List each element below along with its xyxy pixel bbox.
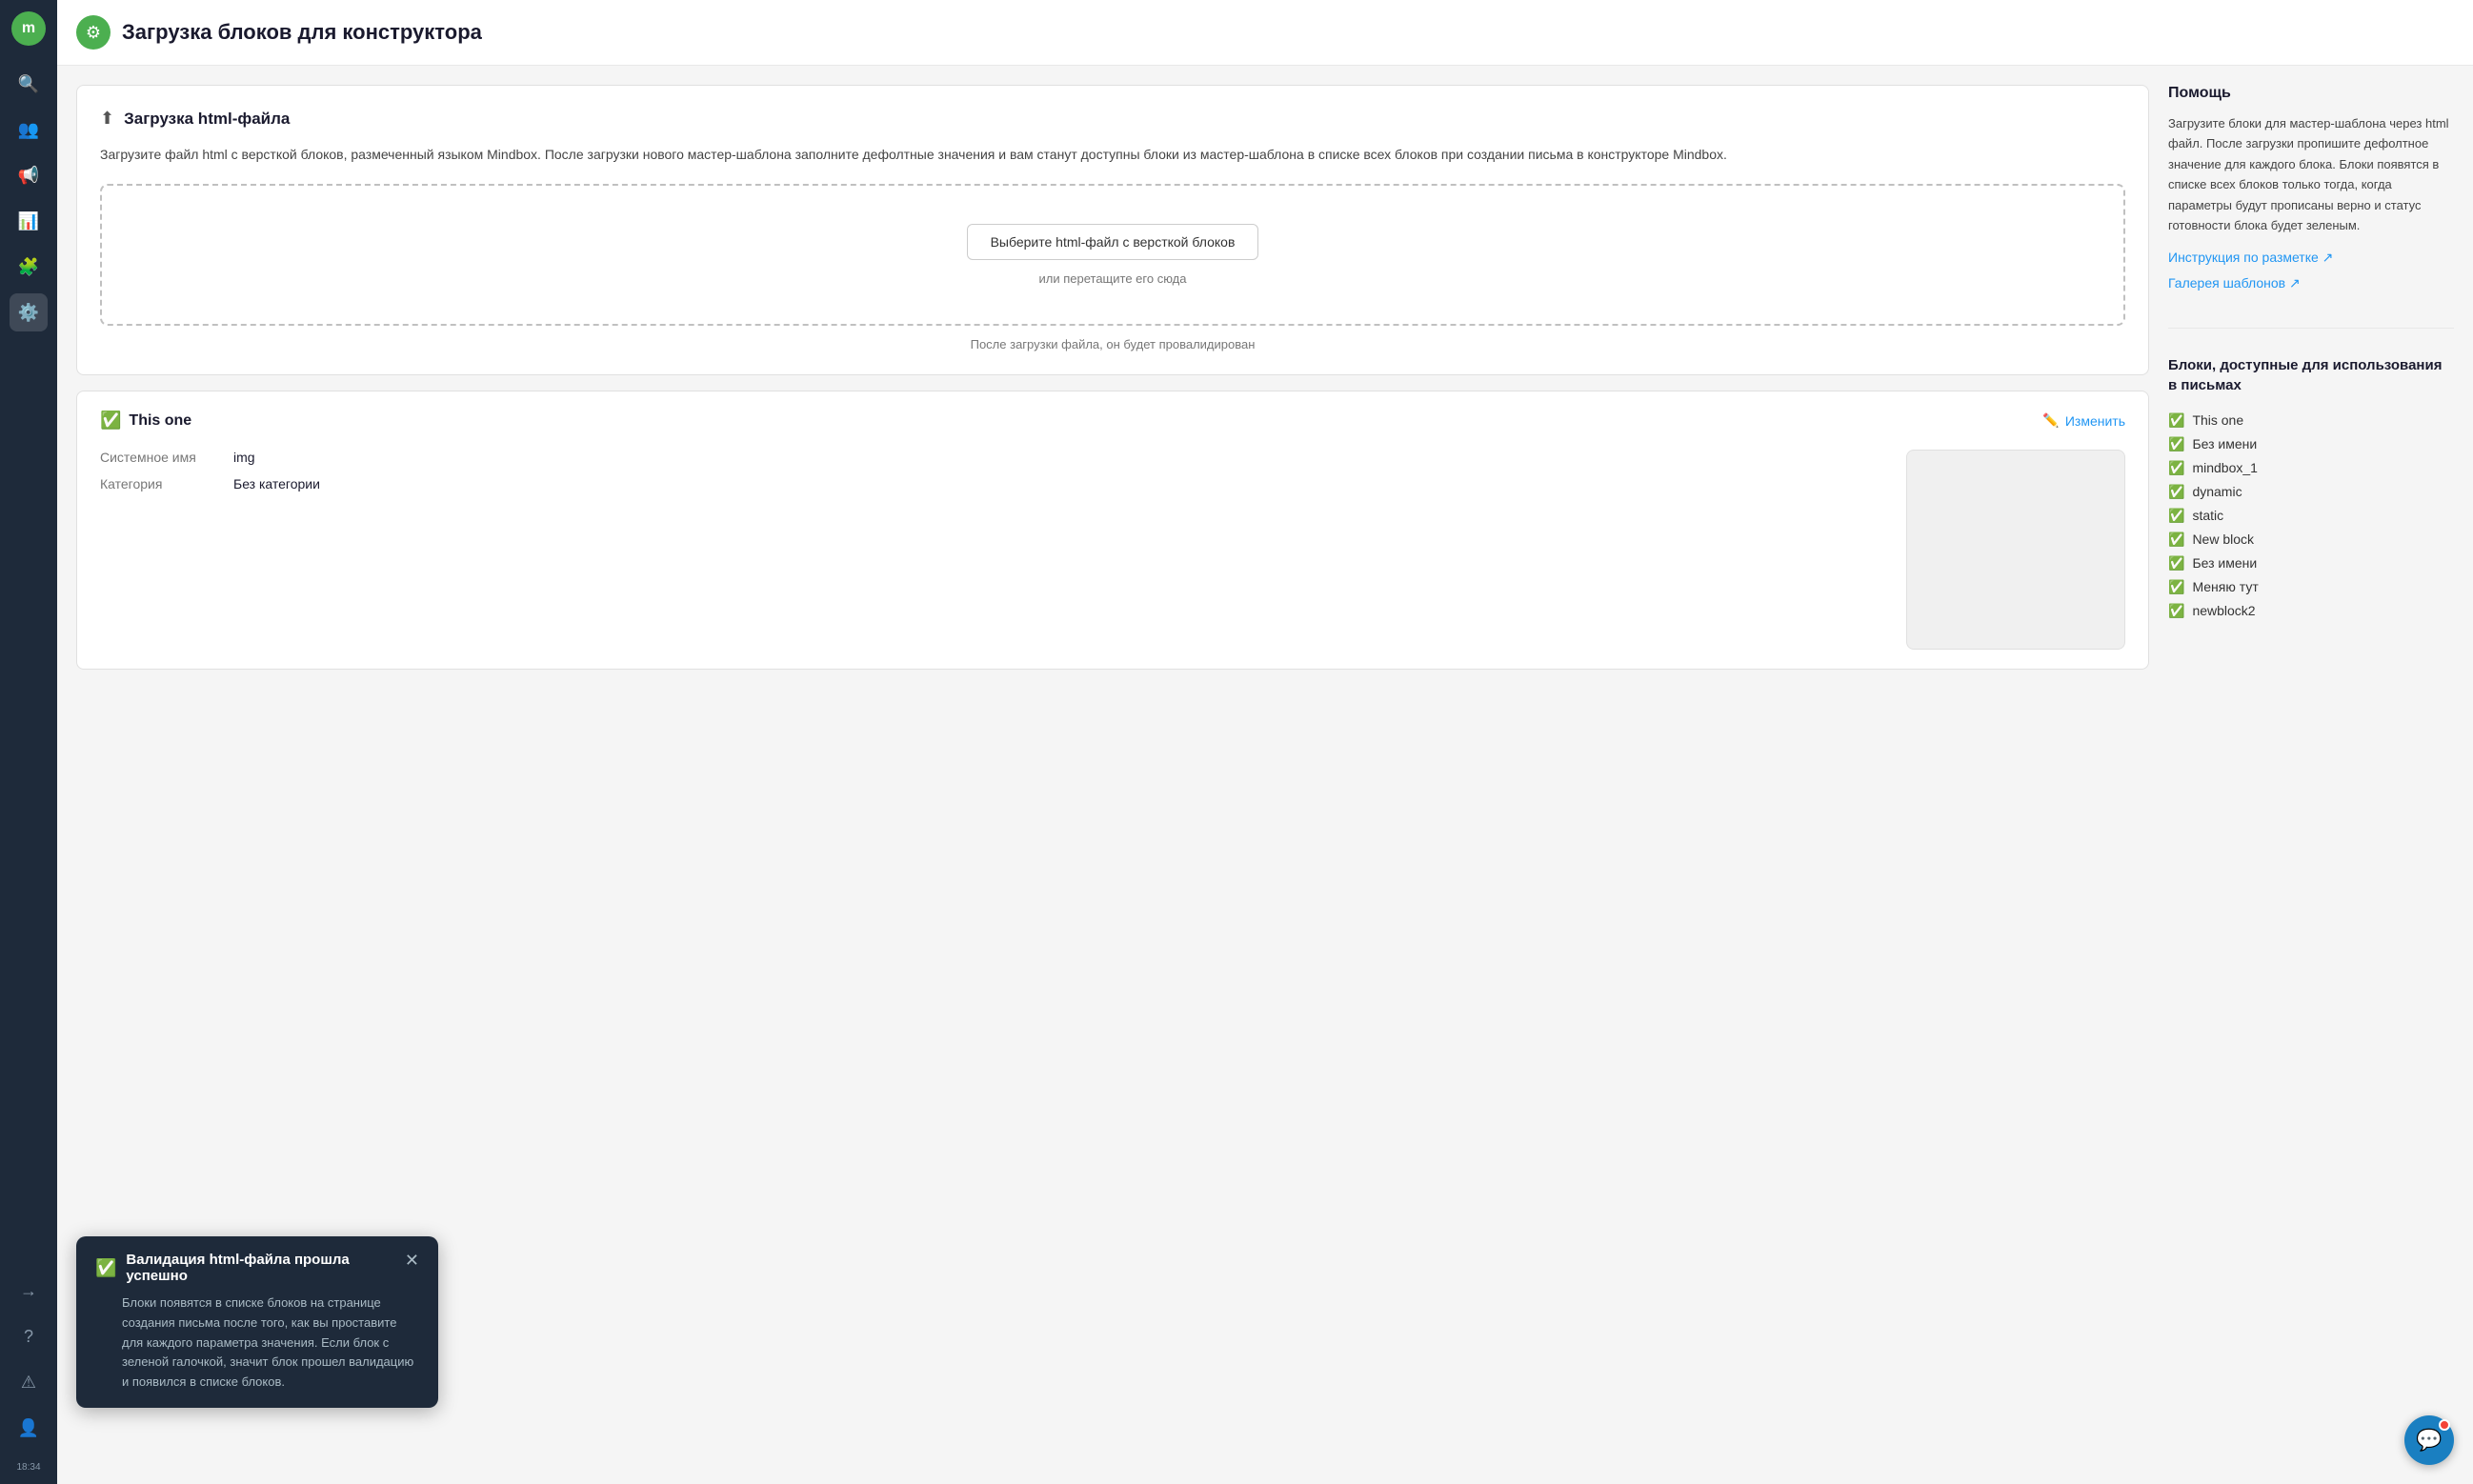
block-list-item: ✅ mindbox_1 [2168,456,2454,480]
upload-card-title: Загрузка html-файла [124,110,290,129]
drop-hint: или перетащите его сюда [1039,271,1187,286]
block-list-item: ✅ Без имени [2168,432,2454,456]
help-section: Помощь Загрузите блоки для мастер-шаблон… [2168,85,2454,301]
blocks-section-title: Блоки, доступные для использования в пис… [2168,355,2454,395]
block-list-item-name: Без имени [2192,555,2257,571]
help-text: Загрузите блоки для мастер-шаблона через… [2168,113,2454,236]
drop-zone[interactable]: Выберите html-файл с версткой блоков или… [100,184,2125,326]
field-row-category: Категория Без категории [100,476,1868,491]
toast-title: Валидация html-файла прошла успешно [126,1252,404,1284]
block-check-icon: ✅ [2168,603,2184,619]
block-list-item-name: dynamic [2192,484,2242,499]
right-panel: Помощь Загрузите блоки для мастер-шаблон… [2168,85,2454,1465]
sidebar-item-forward[interactable]: → [10,1272,48,1310]
sidebar-item-help[interactable]: ? [10,1317,48,1355]
toast-check-icon: ✅ [95,1258,116,1278]
block-details: Системное имя img Категория Без категори… [100,450,2125,650]
edit-icon: ✏️ [2042,412,2059,429]
help-link-markup[interactable]: Инструкция по разметке ↗ [2168,250,2454,266]
block-check-icon: ✅ [2168,555,2184,572]
block-list-item: ✅ New block [2168,528,2454,551]
block-list-item: ✅ dynamic [2168,480,2454,504]
sidebar-item-warning[interactable]: ⚠ [10,1363,48,1401]
block-check-icon: ✅ [2168,436,2184,452]
block-name: This one [129,412,191,430]
block-list-item-name: mindbox_1 [2192,460,2258,475]
field-row-system-name: Системное имя img [100,450,1868,465]
help-link-gallery[interactable]: Галерея шаблонов ↗ [2168,275,2454,291]
sidebar-item-settings[interactable]: ⚙️ [10,293,48,331]
block-list-item: ✅ static [2168,504,2454,528]
block-preview [1906,450,2125,650]
sidebar-item-users[interactable]: 👥 [10,110,48,149]
validation-note: После загрузки файла, он будет провалиди… [100,337,2125,351]
upload-card: ⬆ Загрузка html-файла Загрузите файл htm… [76,85,2149,375]
page-title: Загрузка блоков для конструктора [122,20,482,45]
block-check-icon: ✅ [2168,531,2184,548]
sidebar-item-integrations[interactable]: 🧩 [10,248,48,286]
upload-description: Загрузите файл html с версткой блоков, р… [100,144,2125,165]
sidebar-logo[interactable]: m [11,11,46,46]
chat-button[interactable]: 💬 [2404,1415,2454,1465]
block-list-item-name: Без имени [2192,436,2257,451]
divider [2168,328,2454,329]
block-list-item-name: static [2192,508,2223,523]
block-check-icon: ✅ [2168,484,2184,500]
sidebar-time: 18:34 [16,1454,40,1473]
sidebar-item-user[interactable]: 👤 [10,1409,48,1447]
sidebar: m 🔍 👥 📢 📊 🧩 ⚙️ → ? ⚠ 👤 18:34 [0,0,57,1484]
block-list-item-name: newblock2 [2192,603,2255,618]
system-name-value: img [233,450,255,465]
system-name-label: Системное имя [100,450,214,465]
block-check-icon: ✅ [2168,508,2184,524]
edit-block-button[interactable]: ✏️ Изменить [2042,412,2125,429]
block-check-icon: ✅ [2168,460,2184,476]
sidebar-item-analytics[interactable]: 📊 [10,202,48,240]
block-check-icon: ✅ [2168,579,2184,595]
upload-card-header: ⬆ Загрузка html-файла [100,109,2125,129]
block-list-item-name: This one [2192,412,2243,428]
toast-body: Блоки появятся в списке блоков на страни… [95,1293,419,1393]
block-check-icon: ✅ [2168,412,2184,429]
category-label: Категория [100,476,214,491]
block-name-row: ✅ This one [100,411,191,431]
block-fields: Системное имя img Категория Без категори… [100,450,1868,650]
page-header-icon: ⚙ [76,15,111,50]
upload-icon: ⬆ [100,109,114,129]
upload-file-button[interactable]: Выберите html-файл с версткой блоков [967,224,1259,260]
toast-header: ✅ Валидация html-файла прошла успешно ✕ [95,1252,419,1284]
toast-close-button[interactable]: ✕ [405,1252,419,1269]
block-card-header: ✅ This one ✏️ Изменить [100,411,2125,431]
block-list-item: ✅ Меняю тут [2168,575,2454,599]
block-card-this-one: ✅ This one ✏️ Изменить Системное имя img [76,391,2149,670]
help-title: Помощь [2168,85,2454,102]
block-list-item: ✅ newblock2 [2168,599,2454,623]
block-list-item: ✅ Без имени [2168,551,2454,575]
page-header: ⚙ Загрузка блоков для конструктора [57,0,2473,66]
block-list-item-name: New block [2192,531,2254,547]
chat-badge [2439,1419,2450,1431]
toast-title-row: ✅ Валидация html-файла прошла успешно [95,1252,405,1284]
sidebar-item-campaigns[interactable]: 📢 [10,156,48,194]
block-list-item: ✅ This one [2168,409,2454,432]
category-value: Без категории [233,476,320,491]
block-list-item-name: Меняю тут [2192,579,2258,594]
block-list: ✅ This one ✅ Без имени ✅ mindbox_1 ✅ dynamic ✅ st… [2168,409,2454,623]
blocks-section: Блоки, доступные для использования в пис… [2168,355,2454,623]
sidebar-item-search[interactable]: 🔍 [10,65,48,103]
toast-notification: ✅ Валидация html-файла прошла успешно ✕ … [76,1236,438,1408]
edit-label: Изменить [2065,413,2125,429]
check-icon: ✅ [100,411,121,431]
